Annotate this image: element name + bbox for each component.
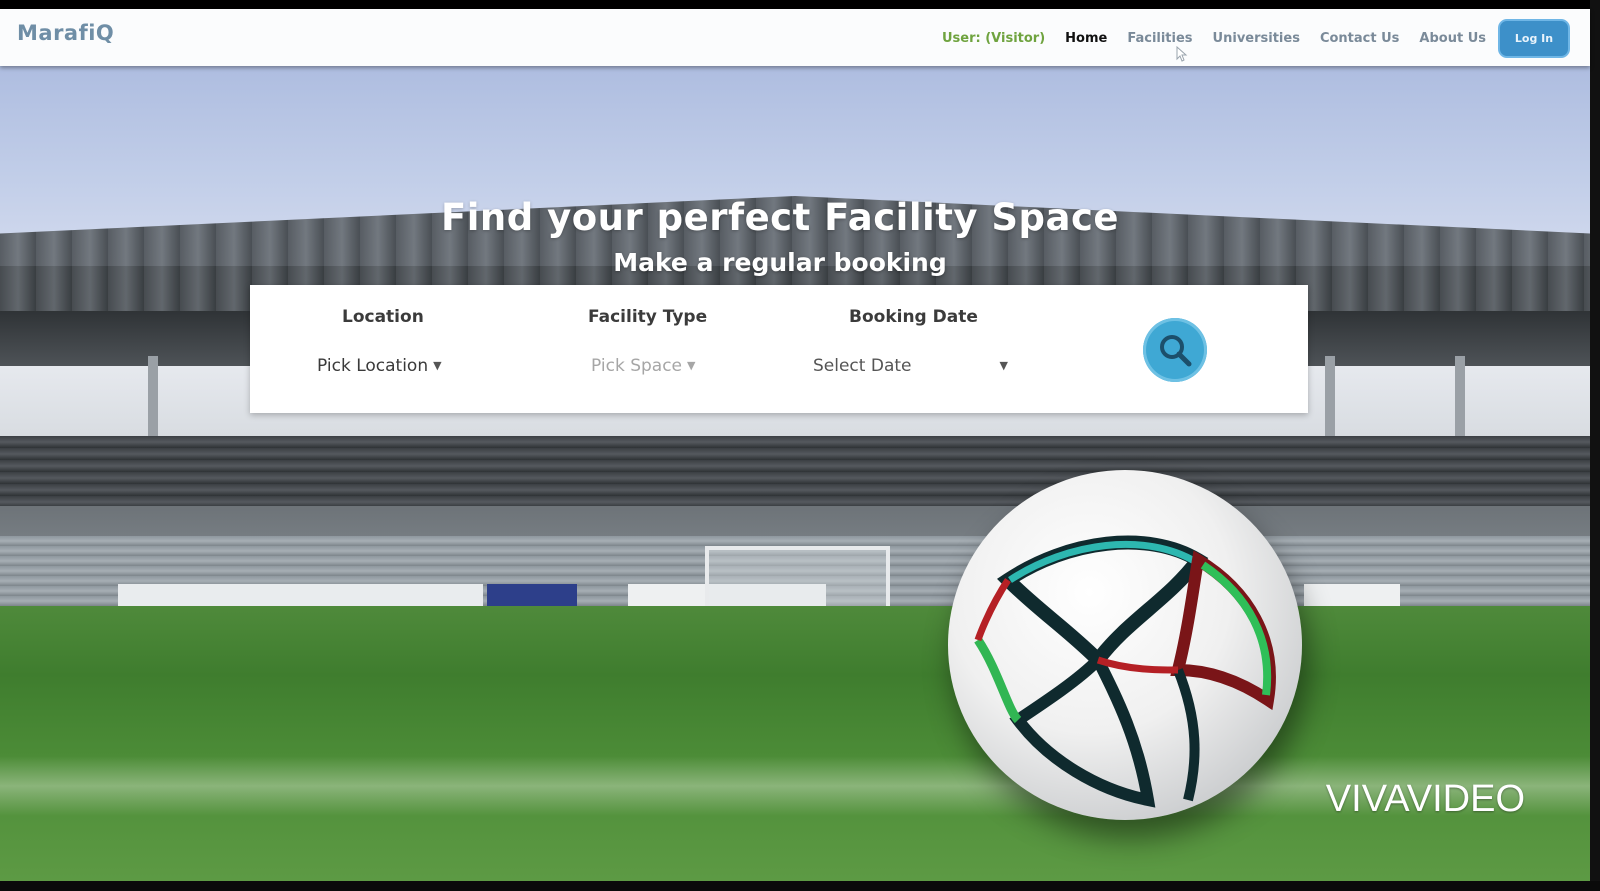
hero-subtitle: Make a regular booking: [613, 248, 947, 277]
brand-logo[interactable]: MarafiQ: [17, 21, 114, 45]
navbar: MarafiQ User: (Visitor) Home Facilities …: [0, 9, 1590, 66]
hero-section: Find your perfect Facility Space Make a …: [0, 66, 1590, 881]
ad-board: [1304, 584, 1400, 606]
location-value: Pick Location: [317, 356, 429, 376]
goal-post: [705, 546, 890, 606]
nav-link-universities[interactable]: Universities: [1213, 31, 1300, 46]
location-dropdown[interactable]: Pick Location ▼: [317, 356, 442, 376]
location-label: Location: [342, 307, 424, 327]
location-field: Location Pick Location ▼: [310, 285, 510, 413]
search-button[interactable]: [1143, 318, 1207, 382]
caret-down-icon: ▼: [433, 359, 442, 372]
mouse-cursor-icon: [1176, 46, 1188, 62]
hero-title: Find your perfect Facility Space: [440, 196, 1120, 239]
nav-link-about-us[interactable]: About Us: [1419, 31, 1486, 46]
pitch-grass: [0, 606, 1590, 881]
caret-down-icon: ▼: [999, 359, 1008, 372]
nav-link-facilities[interactable]: Facilities: [1127, 31, 1192, 46]
screen-border-right: [1590, 0, 1600, 891]
booking-date-field: Booking Date Select Date ▼: [810, 285, 1030, 413]
ad-board: [118, 584, 483, 606]
search-icon: [1160, 335, 1192, 367]
search-panel: Location Pick Location ▼ Facility Type Pi…: [250, 285, 1308, 413]
video-watermark: VIVAVIDEO: [1325, 778, 1525, 820]
nav-link-home[interactable]: Home: [1065, 31, 1107, 46]
facility-type-value: Pick Space: [591, 356, 683, 376]
booking-date-dropdown[interactable]: Select Date ▼: [813, 356, 1008, 376]
screen-border-bottom: [0, 881, 1600, 891]
user-status: User: (Visitor): [941, 30, 1046, 46]
facility-type-label: Facility Type: [588, 307, 708, 327]
booking-date-value: Select Date: [813, 356, 912, 376]
football-panels: [974, 535, 1276, 808]
caret-down-icon: ▼: [687, 359, 696, 372]
login-button[interactable]: Log In: [1498, 18, 1570, 58]
nav-links: User: (Visitor) Home Facilities Universi…: [942, 17, 1570, 59]
facility-type-field: Facility Type Pick Space ▼: [570, 285, 790, 413]
facility-type-dropdown[interactable]: Pick Space ▼: [591, 356, 695, 376]
screen-border-top: [0, 0, 1600, 9]
booking-date-label: Booking Date: [849, 307, 978, 327]
nav-link-contact-us[interactable]: Contact Us: [1320, 31, 1399, 46]
ad-board: [487, 584, 577, 606]
football-image: [948, 470, 1302, 820]
